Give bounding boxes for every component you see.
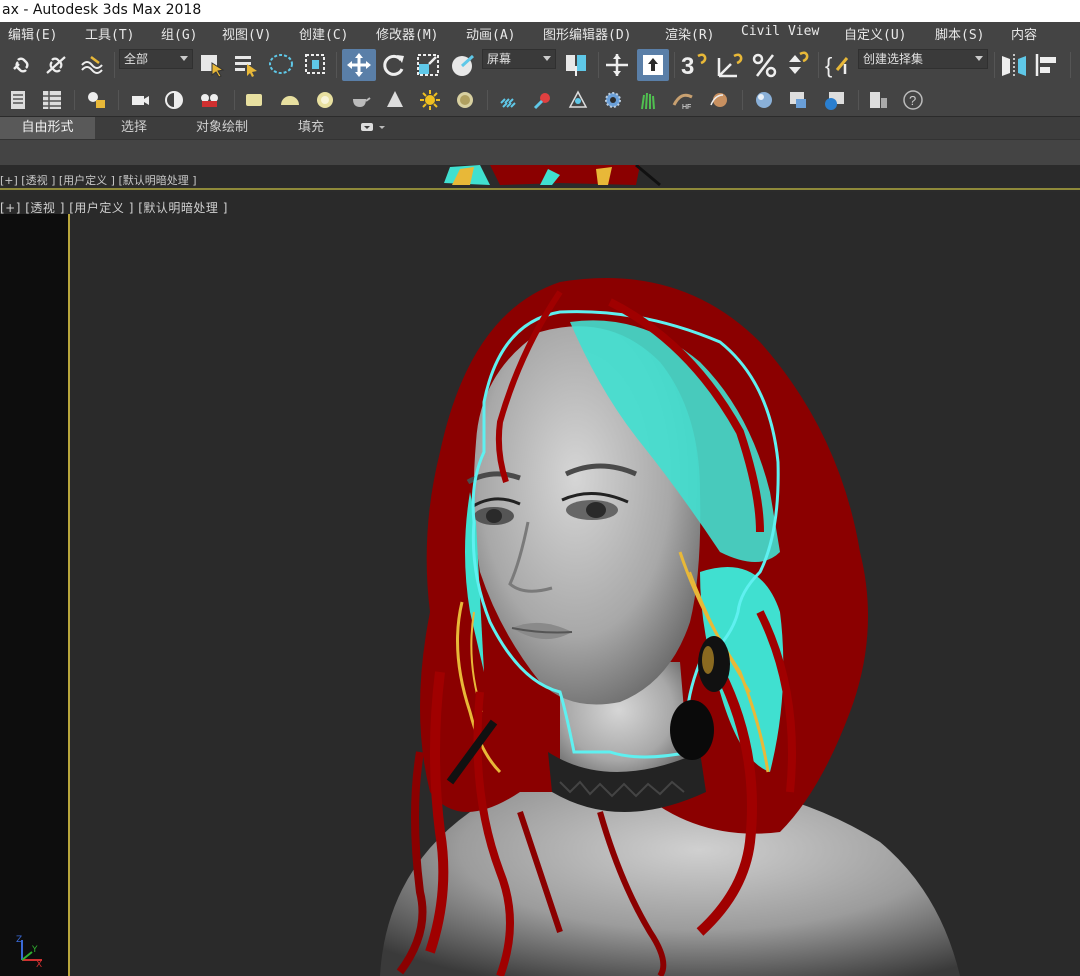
- menu-customize[interactable]: 自定义(U): [844, 24, 906, 43]
- layer-manager-icon[interactable]: [6, 88, 30, 112]
- unlink-icon[interactable]: [42, 52, 70, 78]
- tab-populate[interactable]: 填充: [286, 117, 336, 139]
- reference-coord-dropdown[interactable]: 屏幕: [482, 49, 556, 69]
- viewport-scene: [380, 278, 960, 976]
- svg-text:{: {: [825, 53, 832, 78]
- menu-views[interactable]: 视图(V): [222, 24, 271, 43]
- selection-filter-value: 全部: [124, 52, 149, 66]
- selection-filter-dropdown[interactable]: 全部: [119, 49, 193, 69]
- menu-create[interactable]: 创建(C): [299, 24, 348, 43]
- gear-icon[interactable]: [601, 88, 625, 112]
- axis-y-label: Y: [31, 945, 38, 955]
- ribbon-tabs: 自由形式 选择 对象绘制 填充: [0, 117, 1080, 139]
- dynamics-icon[interactable]: [531, 88, 555, 112]
- active-viewport-border: [68, 214, 70, 976]
- bind-space-warp-icon[interactable]: [78, 52, 110, 78]
- particles-icon[interactable]: [496, 88, 520, 112]
- hair-fur-icon[interactable]: [636, 88, 660, 112]
- hemisphere-icon[interactable]: [278, 88, 302, 112]
- menu-group[interactable]: 组(G): [161, 24, 197, 43]
- render-setup-icon[interactable]: [162, 88, 186, 112]
- rotate-tool-icon[interactable]: [380, 51, 408, 79]
- menu-content[interactable]: 内容: [1011, 24, 1037, 43]
- menu-animation[interactable]: 动画(A): [466, 24, 515, 43]
- percent-snap-icon[interactable]: [750, 50, 780, 80]
- secondary-toolbar: HF ?: [0, 84, 1080, 116]
- hair-preset-icon[interactable]: [706, 88, 732, 112]
- render-frame-icon[interactable]: [786, 88, 812, 112]
- sun-light-icon[interactable]: [418, 88, 442, 112]
- rendered-frame-icon[interactable]: [196, 88, 224, 112]
- viewport-layout-icon[interactable]: [866, 88, 890, 112]
- edit-named-selection-icon[interactable]: {: [822, 50, 854, 80]
- scale-tool-icon[interactable]: [414, 51, 442, 79]
- axis-z-label: Z: [16, 935, 22, 945]
- reference-coord-value: 屏幕: [487, 52, 512, 66]
- camera-icon[interactable]: [128, 88, 152, 112]
- cone-icon[interactable]: [383, 88, 407, 112]
- menu-civil-view[interactable]: Civil View: [741, 24, 819, 39]
- menu-graph-editors[interactable]: 图形编辑器(D): [543, 24, 631, 43]
- move-tool-icon[interactable]: [342, 49, 376, 81]
- render-production-icon[interactable]: [822, 88, 848, 112]
- named-selection-placeholder: 创建选择集: [863, 52, 924, 66]
- viewport-label[interactable]: [+] [透视 ] [用户定义 ] [默认明暗处理 ]: [0, 199, 228, 216]
- top-viewport-label[interactable]: [+] [透视 ] [用户定义 ] [默认明暗处理 ]: [0, 172, 197, 188]
- ribbon-panel: [0, 139, 1080, 165]
- material-editor-icon[interactable]: [752, 88, 776, 112]
- menu-tools[interactable]: 工具(T): [85, 24, 134, 43]
- material-sphere-icon[interactable]: [453, 88, 477, 112]
- pivot-point-icon[interactable]: [562, 51, 592, 79]
- axis-x-label: X: [36, 960, 42, 968]
- window-title: ax - Autodesk 3ds Max 2018: [0, 0, 1080, 22]
- tab-object-paint[interactable]: 对象绘制: [180, 117, 264, 139]
- menu-rendering[interactable]: 渲染(R): [665, 24, 714, 43]
- main-toolbar: 全部 屏幕 3 {创建选择集: [0, 44, 1080, 84]
- plane-icon[interactable]: [242, 88, 266, 112]
- menu-edit[interactable]: 编辑(E): [8, 24, 57, 43]
- help-icon[interactable]: ?: [900, 88, 926, 112]
- teapot-icon[interactable]: [348, 88, 372, 112]
- tab-freeform[interactable]: 自由形式: [0, 117, 95, 139]
- window-crossing-icon[interactable]: [302, 51, 330, 79]
- ribbon-options-icon: [361, 123, 385, 131]
- menu-scripting[interactable]: 脚本(S): [935, 24, 984, 43]
- top-viewport[interactable]: [+] [透视 ] [用户定义 ] [默认明暗处理 ]: [0, 165, 1080, 190]
- axis-tripod-icon: Z X Y: [16, 935, 42, 968]
- placement-tool-icon[interactable]: [448, 51, 478, 79]
- align-icon[interactable]: [1032, 51, 1062, 79]
- select-manipulate-icon[interactable]: [602, 51, 632, 79]
- ribbon-options-button[interactable]: [356, 117, 390, 139]
- perspective-viewport[interactable]: [+] [透视 ] [用户定义 ] [默认明暗处理 ] Z X Y: [0, 192, 1080, 976]
- svg-text:HF: HF: [682, 104, 691, 111]
- select-object-icon[interactable]: [198, 51, 226, 79]
- hair-style-icon[interactable]: HF: [670, 88, 696, 112]
- snaps-toggle-icon[interactable]: 3: [678, 50, 712, 80]
- sphere-icon[interactable]: [313, 88, 337, 112]
- viewport-left-strip: [0, 214, 69, 976]
- mirror-icon[interactable]: [998, 51, 1030, 79]
- keyboard-shortcut-override-icon[interactable]: [637, 49, 669, 81]
- menu-modifiers[interactable]: 修改器(M): [376, 24, 438, 43]
- select-by-name-icon[interactable]: [232, 51, 260, 79]
- link-icon[interactable]: [8, 52, 36, 78]
- angle-snap-icon[interactable]: [714, 50, 748, 80]
- menu-bar: 编辑(E) 工具(T) 组(G) 视图(V) 创建(C) 修改器(M) 动画(A…: [0, 22, 1080, 44]
- scene-explorer-icon[interactable]: [40, 88, 64, 112]
- constraint-icon[interactable]: [566, 88, 590, 112]
- svg-text:3: 3: [681, 53, 694, 80]
- tab-selection[interactable]: 选择: [104, 117, 164, 139]
- spinner-snap-icon[interactable]: [782, 50, 812, 80]
- toggle-ribbon-icon[interactable]: [84, 88, 108, 112]
- named-selection-dropdown[interactable]: 创建选择集: [858, 49, 988, 69]
- svg-text:?: ?: [909, 93, 916, 108]
- selection-region-icon[interactable]: [266, 51, 298, 79]
